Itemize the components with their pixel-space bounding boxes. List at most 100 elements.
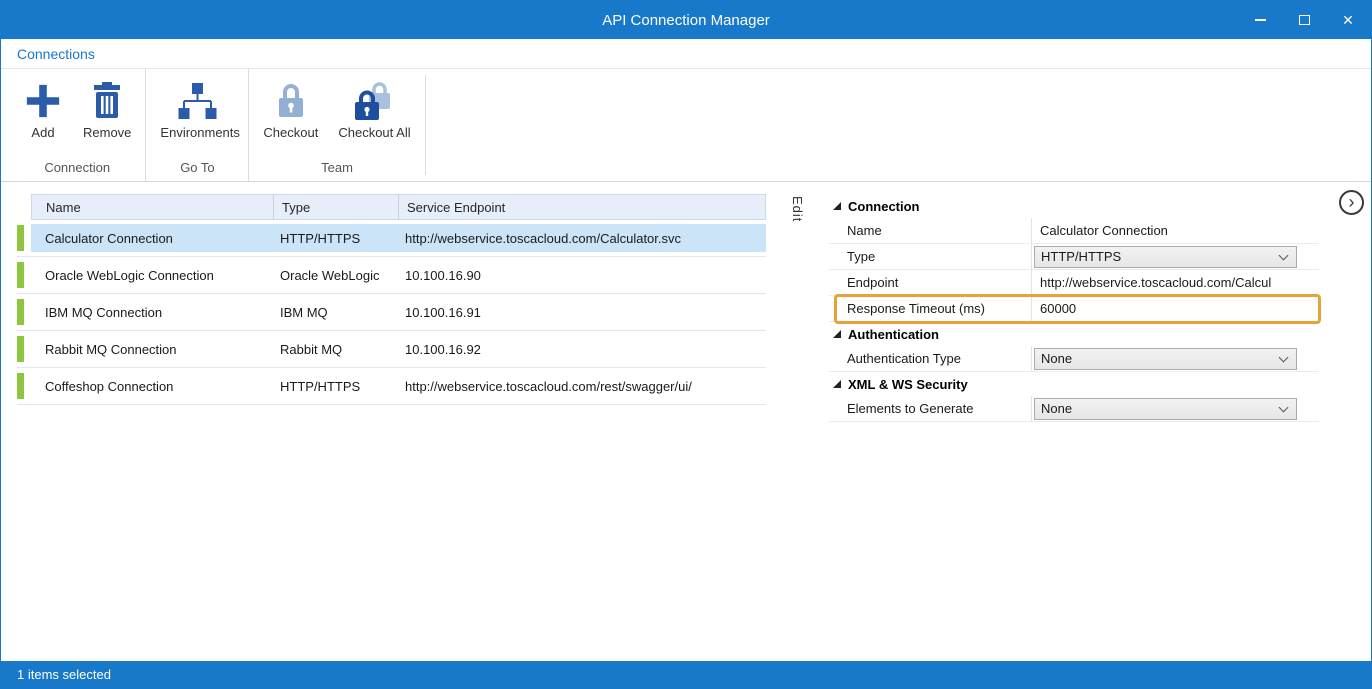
response-timeout-field[interactable]: 60000 — [1032, 301, 1076, 316]
table-row[interactable]: Calculator Connection HTTP/HTTPS http://… — [17, 220, 766, 257]
checkout-all-button[interactable]: Checkout All — [330, 75, 418, 140]
selection-count: 1 items selected — [17, 667, 111, 682]
main-area: Name Type Service Endpoint Calculator Co… — [1, 182, 1371, 661]
double-lock-icon — [353, 77, 395, 125]
edit-tab-label: Edit — [790, 196, 805, 222]
remove-label: Remove — [83, 125, 131, 140]
cell-type: IBM MQ — [272, 305, 397, 320]
trash-icon — [91, 77, 123, 125]
section-header-connection[interactable]: Connection — [829, 194, 1319, 218]
table-row[interactable]: IBM MQ Connection IBM MQ 10.100.16.91 — [17, 294, 766, 331]
expander-icon — [833, 380, 841, 388]
window-title: API Connection Manager — [1, 12, 1371, 29]
property-label: Authentication Type — [829, 346, 1031, 371]
cell-endpoint: http://webservice.toscacloud.com/Calcula… — [397, 231, 766, 246]
cell-endpoint: 10.100.16.92 — [397, 342, 766, 357]
elements-to-generate-dropdown[interactable]: None — [1034, 398, 1297, 420]
window-controls: ✕ — [1245, 1, 1363, 39]
expander-icon — [833, 330, 841, 338]
environments-button[interactable]: Environments — [152, 75, 242, 140]
panel-collapse-button[interactable]: › — [1339, 190, 1364, 215]
green-bar-indicator — [17, 262, 24, 288]
cell-endpoint: 10.100.16.90 — [397, 268, 766, 283]
property-label: Endpoint — [829, 270, 1031, 295]
group-label-goto: Go To — [152, 158, 242, 181]
property-label: Name — [829, 218, 1031, 243]
checkout-button[interactable]: Checkout — [255, 75, 326, 140]
app-window: API Connection Manager ✕ Connections Add — [0, 0, 1372, 689]
cell-type: Rabbit MQ — [272, 342, 397, 357]
environments-label: Environments — [160, 125, 234, 140]
property-panel: Connection Name Calculator Connection Ty… — [829, 194, 1319, 661]
group-label-connection: Connection — [15, 158, 139, 181]
status-bar: 1 items selected — [1, 661, 1371, 688]
plus-icon — [24, 77, 62, 125]
column-header-name[interactable]: Name — [32, 195, 273, 219]
table-row[interactable]: Oracle WebLogic Connection Oracle WebLog… — [17, 257, 766, 294]
section-header-xml-ws-security[interactable]: XML & WS Security — [829, 372, 1319, 396]
add-button[interactable]: Add — [15, 75, 71, 140]
green-bar-indicator — [17, 336, 24, 362]
chevron-right-icon: › — [1349, 193, 1355, 211]
checkout-label: Checkout — [263, 125, 318, 140]
column-header-type[interactable]: Type — [273, 195, 398, 219]
table-header: Name Type Service Endpoint — [31, 194, 766, 220]
green-bar-indicator — [17, 373, 24, 399]
ribbon-group-connection: Add Remo — [9, 69, 145, 181]
close-button[interactable]: ✕ — [1333, 7, 1363, 33]
minimize-icon — [1255, 19, 1266, 21]
section-title: XML & WS Security — [848, 377, 968, 392]
close-icon: ✕ — [1342, 13, 1354, 27]
type-dropdown[interactable]: HTTP/HTTPS — [1034, 246, 1297, 268]
cell-name: Oracle WebLogic Connection — [31, 268, 272, 283]
edit-side-tab[interactable]: Edit — [766, 182, 829, 661]
ribbon-toolbar: Add Remo — [1, 69, 1371, 181]
cell-type: HTTP/HTTPS — [272, 231, 397, 246]
green-bar-indicator — [17, 299, 24, 325]
expander-icon — [833, 202, 841, 210]
cell-type: Oracle WebLogic — [272, 268, 397, 283]
property-row-name: Name Calculator Connection — [829, 218, 1319, 244]
dropdown-value: None — [1035, 401, 1280, 416]
ribbon-group-goto: Environments Go To — [145, 69, 248, 181]
property-label: Response Timeout (ms) — [829, 296, 1031, 321]
cell-type: HTTP/HTTPS — [272, 379, 397, 394]
lock-icon — [275, 77, 307, 125]
maximize-button[interactable] — [1289, 7, 1319, 33]
ribbon-group-team: Checkout — [248, 69, 424, 181]
maximize-icon — [1299, 15, 1310, 25]
property-row-elements-to-generate: Elements to Generate None — [829, 396, 1319, 422]
name-field[interactable]: Calculator Connection — [1032, 223, 1168, 238]
endpoint-field[interactable]: http://webservice.toscacloud.com/Calcul — [1032, 275, 1271, 290]
authentication-type-dropdown[interactable]: None — [1034, 348, 1297, 370]
property-label: Type — [829, 244, 1031, 269]
column-header-endpoint[interactable]: Service Endpoint — [398, 195, 765, 219]
ribbon-tab-strip: Connections — [1, 39, 1371, 69]
chevron-down-icon — [1279, 402, 1289, 412]
chevron-down-icon — [1279, 352, 1289, 362]
cell-endpoint: 10.100.16.91 — [397, 305, 766, 320]
dropdown-value: None — [1035, 351, 1280, 366]
property-row-response-timeout: Response Timeout (ms) 60000 — [829, 296, 1319, 322]
ribbon: Connections Add — [1, 39, 1371, 182]
add-label: Add — [31, 125, 54, 140]
property-label: Elements to Generate — [829, 396, 1031, 421]
section-title: Connection — [848, 199, 920, 214]
title-bar: API Connection Manager ✕ — [1, 1, 1371, 39]
group-label-team: Team — [255, 158, 418, 181]
minimize-button[interactable] — [1245, 7, 1275, 33]
connections-table: Name Type Service Endpoint Calculator Co… — [17, 194, 766, 661]
dropdown-value: HTTP/HTTPS — [1035, 249, 1280, 264]
cell-name: Rabbit MQ Connection — [31, 342, 272, 357]
cell-name: Calculator Connection — [31, 231, 272, 246]
remove-button[interactable]: Remove — [75, 75, 139, 140]
table-row[interactable]: Coffeshop Connection HTTP/HTTPS http://w… — [17, 368, 766, 405]
tab-connections[interactable]: Connections — [17, 46, 95, 62]
group-divider — [425, 75, 426, 175]
cell-name: IBM MQ Connection — [31, 305, 272, 320]
table-row[interactable]: Rabbit MQ Connection Rabbit MQ 10.100.16… — [17, 331, 766, 368]
section-header-authentication[interactable]: Authentication — [829, 322, 1319, 346]
flowchart-icon — [176, 77, 218, 125]
cell-endpoint: http://webservice.toscacloud.com/rest/sw… — [397, 379, 766, 394]
property-row-endpoint: Endpoint http://webservice.toscacloud.co… — [829, 270, 1319, 296]
